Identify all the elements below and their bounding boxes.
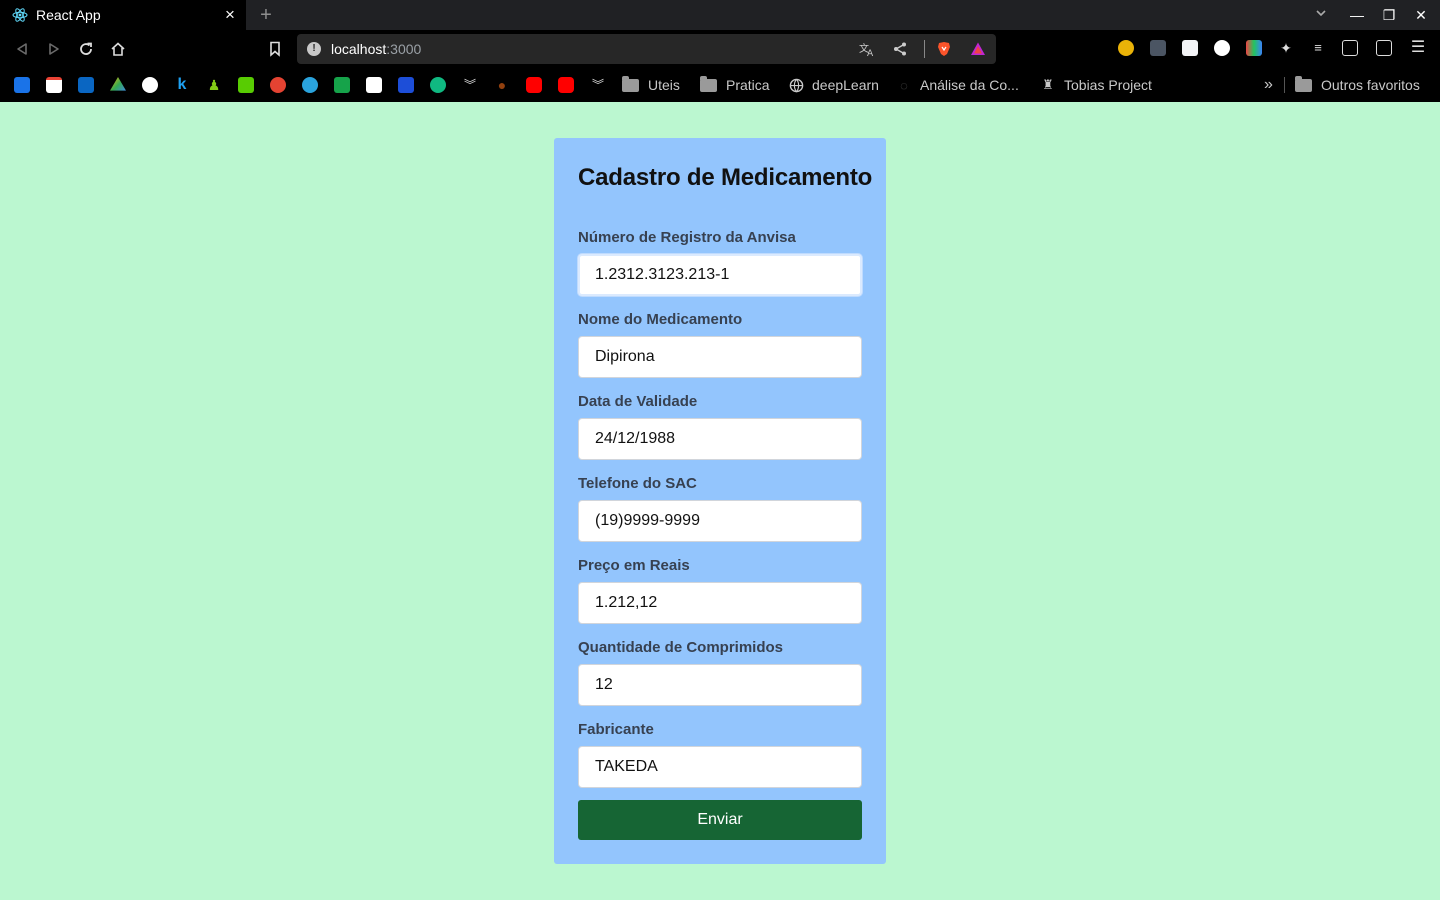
svg-text:A: A [867,49,874,57]
folder-icon [1295,75,1312,92]
expiry-date-input[interactable] [578,418,862,460]
calendar-icon[interactable] [14,77,30,93]
bookmark-folder-outros-favoritos[interactable]: Outros favoritos [1295,75,1420,95]
bookmark-folder-uteis[interactable]: Uteis [622,75,680,95]
medication-name-input[interactable] [578,336,862,378]
bookmark-analise[interactable]: ◌ Análise da Co... [896,75,1019,95]
extension-notes-icon[interactable] [1182,40,1198,56]
share-icon[interactable] [892,41,908,57]
linkedin-icon[interactable] [78,77,94,93]
new-tab-button[interactable]: + [256,5,276,25]
folder-icon [622,75,639,92]
gmail-icon[interactable] [46,77,62,93]
app-green-icon[interactable] [334,77,350,93]
brave-rewards-icon[interactable] [970,41,986,57]
url-text: localhost:3000 [331,41,422,57]
close-tab-icon[interactable]: × [222,6,238,23]
bird-icon[interactable]: ︾ [590,77,606,93]
extensions-puzzle-icon[interactable]: ✦ [1278,40,1294,56]
sac-phone-input[interactable] [578,500,862,542]
manufacturer-input[interactable] [578,746,862,788]
medication-form: Cadastro de Medicamento Número de Regist… [554,138,886,864]
tab-react-app[interactable]: React App × [0,0,246,30]
close-window-button[interactable]: ✕ [1412,6,1430,24]
wallet-icon[interactable] [1376,40,1392,56]
youtube-icon[interactable] [558,77,574,93]
field-label: Data de Validade [578,393,698,410]
chess-icon[interactable]: ♟ [206,77,222,93]
app-white-icon[interactable] [366,77,382,93]
minimize-button[interactable]: — [1348,6,1366,24]
form-title: Cadastro de Medicamento [578,164,873,191]
field-label: Número de Registro da Anvisa [578,229,796,246]
field-label: Preço em Reais [578,557,690,574]
menu-icon[interactable]: ☰ [1410,40,1426,56]
field-label: Nome do Medicamento [578,311,743,328]
brave-shields-icon[interactable] [936,41,952,57]
forward-icon[interactable] [44,39,64,59]
qt-icon[interactable] [430,77,446,93]
sidebar-icon[interactable] [1342,40,1358,56]
extension-wave-icon[interactable] [1150,40,1166,56]
info-icon[interactable]: ! [307,42,321,56]
github-icon[interactable] [142,77,158,93]
field-medication-name: Nome do Medicamento [578,310,862,378]
globe-icon [788,77,804,93]
tobias-icon: ♜ [1042,77,1054,92]
extension-avatar-icon[interactable] [1118,40,1134,56]
field-sac-phone: Telefone do SAC [578,474,862,542]
bookmark-tobias[interactable]: ♜ Tobias Project [1040,75,1152,95]
site-icon: ◌ [900,77,908,93]
field-price: Preço em Reais [578,556,862,624]
bookmark-deeplearn[interactable]: deepLearn [788,75,879,95]
field-pill-quantity: Quantidade de Comprimidos [578,638,862,706]
tab-search-icon[interactable] [1312,6,1330,24]
bird-icon[interactable]: ︾ [462,77,478,93]
maximize-button[interactable]: ❐ [1380,6,1398,24]
field-label: Quantidade de Comprimidos [578,639,784,656]
home-icon[interactable] [108,39,128,59]
reload-icon[interactable] [76,39,96,59]
submit-button[interactable]: Enviar [578,800,862,840]
app-blue-icon[interactable] [398,77,414,93]
pill-quantity-input[interactable] [578,664,862,706]
extension-plus-icon[interactable] [1214,40,1230,56]
reading-list-icon[interactable]: ≡ [1310,40,1326,56]
react-icon [12,7,28,23]
price-input[interactable] [578,582,862,624]
field-anvisa-registration: Número de Registro da Anvisa [578,228,862,296]
back-icon[interactable] [12,39,32,59]
tab-title: React App [36,7,101,23]
address-bar[interactable]: ! localhost:3000 文A [297,34,996,64]
browser-toolbar: ! localhost:3000 文A ✦ ≡ ☰ [0,30,1440,68]
folder-icon [700,75,717,92]
telegram-icon[interactable] [302,77,318,93]
anvisa-registration-input[interactable] [578,254,862,296]
extension-color-icon[interactable] [1246,40,1262,56]
translate-icon[interactable]: 文A [859,41,875,59]
bookmarks-bar: k ♟ ︾ ● ︾ Uteis Pratica deepLearn ◌ Anál… [0,68,1440,102]
k-icon[interactable]: k [174,77,190,93]
drive-icon[interactable] [110,77,126,91]
field-label: Fabricante [578,721,654,738]
bookmarks-overflow-button[interactable]: » [1264,75,1273,95]
bookmark-folder-pratica[interactable]: Pratica [700,75,770,95]
bookmark-icon[interactable] [265,39,285,59]
field-manufacturer: Fabricante [578,720,862,788]
youtube-icon[interactable] [526,77,542,93]
field-label: Telefone do SAC [578,475,697,492]
duolingo-icon[interactable] [238,77,254,93]
tab-strip: React App × + — ❐ ✕ [0,0,1440,30]
poop-icon[interactable]: ● [494,77,510,93]
field-expiry-date: Data de Validade [578,392,862,460]
todoist-icon[interactable] [270,77,286,93]
bookmarks-divider [1284,77,1285,93]
